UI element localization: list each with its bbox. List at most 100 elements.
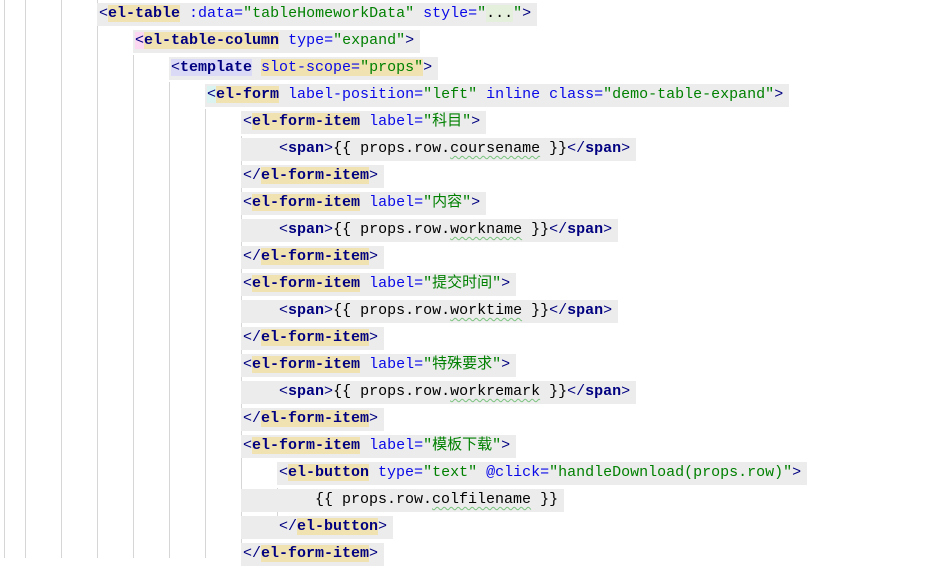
token-br: > bbox=[369, 545, 378, 562]
code-line[interactable]: <el-form-item label="模板下载"> bbox=[0, 433, 931, 460]
code-line[interactable]: <el-form-item label="内容"> bbox=[0, 190, 931, 217]
token-str: "text" bbox=[423, 464, 477, 481]
code-line[interactable]: <el-table-column type="expand"> bbox=[0, 28, 931, 55]
code-chunk: <span>{{ props.row.worktime }}</span> bbox=[241, 300, 618, 323]
token-attr: :data= bbox=[189, 5, 243, 22]
code-editor[interactable]: <el-table :data="tableHomeworkData" styl… bbox=[0, 0, 931, 558]
token-txt: {{ props.row. bbox=[315, 491, 432, 508]
token-br: > bbox=[501, 437, 510, 454]
token-txt bbox=[414, 5, 423, 22]
token-br: </ bbox=[549, 221, 567, 238]
token-tag: el-form-item bbox=[252, 194, 360, 211]
code-line[interactable]: </el-form-item> bbox=[0, 163, 931, 190]
token-attr: type= bbox=[378, 464, 423, 481]
token-txt bbox=[360, 113, 369, 130]
token-txt: {{ props.row. bbox=[333, 140, 450, 157]
code-line[interactable]: <el-form-item label="特殊要求"> bbox=[0, 352, 931, 379]
code-line[interactable]: <span>{{ props.row.workremark }}</span> bbox=[0, 379, 931, 406]
code-line[interactable]: </el-form-item> bbox=[0, 541, 931, 568]
token-br: > bbox=[369, 329, 378, 346]
code-line[interactable]: </el-form-item> bbox=[0, 406, 931, 433]
token-attr: label= bbox=[369, 113, 423, 130]
token-txt: }} bbox=[522, 302, 549, 319]
code-area[interactable]: <el-table :data="tableHomeworkData" styl… bbox=[0, 0, 931, 568]
token-txt: ... bbox=[486, 5, 513, 22]
token-br: < bbox=[99, 5, 108, 22]
code-line[interactable]: <span>{{ props.row.worktime }}</span> bbox=[0, 298, 931, 325]
token-br: < bbox=[279, 464, 288, 481]
code-line[interactable]: <el-form-item label="科目"> bbox=[0, 109, 931, 136]
code-chunk: <el-table :data="tableHomeworkData" styl… bbox=[97, 3, 537, 26]
token-br: </ bbox=[243, 545, 261, 562]
code-chunk: <el-form-item label="模板下载"> bbox=[241, 435, 516, 458]
code-chunk: <el-form-item label="科目"> bbox=[241, 111, 486, 134]
token-attr: class= bbox=[549, 86, 603, 103]
token-br: > bbox=[792, 464, 801, 481]
code-line[interactable]: {{ props.row.colfilename }} bbox=[0, 487, 931, 514]
token-br: </ bbox=[567, 383, 585, 400]
token-br: </ bbox=[549, 302, 567, 319]
token-br: > bbox=[471, 113, 480, 130]
token-br: > bbox=[501, 356, 510, 373]
token-tag: el-table-column bbox=[144, 32, 279, 49]
token-br: < bbox=[243, 113, 252, 130]
token-str: "props" bbox=[360, 59, 423, 76]
code-line[interactable]: <el-table :data="tableHomeworkData" styl… bbox=[0, 1, 931, 28]
token-tag: span bbox=[288, 140, 324, 157]
code-line[interactable]: <el-form label-position="left" inline cl… bbox=[0, 82, 931, 109]
code-line[interactable]: </el-button> bbox=[0, 514, 931, 541]
code-line[interactable]: <span>{{ props.row.workname }}</span> bbox=[0, 217, 931, 244]
token-tag: el-form-item bbox=[252, 356, 360, 373]
token-txt bbox=[180, 5, 189, 22]
token-br: > bbox=[522, 5, 531, 22]
token-str: "demo-table-expand" bbox=[603, 86, 774, 103]
code-chunk: <el-form label-position="left" inline cl… bbox=[205, 84, 789, 107]
token-tag: el-form-item bbox=[252, 437, 360, 454]
code-chunk: <el-form-item label="特殊要求"> bbox=[241, 354, 516, 377]
code-chunk: </el-button> bbox=[241, 516, 393, 539]
token-br: < bbox=[279, 221, 288, 238]
token-tag: span bbox=[288, 221, 324, 238]
token-br: > bbox=[324, 302, 333, 319]
code-line[interactable]: <el-form-item label="提交时间"> bbox=[0, 271, 931, 298]
token-tag: el-form-item bbox=[252, 275, 360, 292]
token-str: "模板下载" bbox=[423, 437, 501, 454]
token-attr: label= bbox=[369, 437, 423, 454]
code-line[interactable]: <el-button type="text" @click="handleDow… bbox=[0, 460, 931, 487]
code-chunk: </el-form-item> bbox=[241, 246, 384, 269]
code-line[interactable]: </el-form-item> bbox=[0, 244, 931, 271]
token-str: "科目" bbox=[423, 113, 471, 130]
token-tag: el-form-item bbox=[252, 113, 360, 130]
token-txt: worktime bbox=[450, 302, 522, 319]
token-br: < bbox=[279, 383, 288, 400]
code-chunk: <span>{{ props.row.coursename }}</span> bbox=[241, 138, 636, 161]
code-line[interactable]: </el-form-item> bbox=[0, 325, 931, 352]
token-attr: inline bbox=[486, 86, 540, 103]
token-txt: {{ props.row. bbox=[333, 302, 450, 319]
token-br: > bbox=[378, 518, 387, 535]
token-br: </ bbox=[567, 140, 585, 157]
token-br: > bbox=[324, 221, 333, 238]
token-txt bbox=[279, 86, 288, 103]
token-br: </ bbox=[279, 518, 297, 535]
code-chunk: <span>{{ props.row.workname }}</span> bbox=[241, 219, 618, 242]
token-br: < bbox=[279, 302, 288, 319]
token-txt bbox=[252, 59, 261, 76]
code-chunk: <span>{{ props.row.workremark }}</span> bbox=[241, 381, 636, 404]
token-br: < bbox=[207, 86, 216, 103]
token-str: "tableHomeworkData" bbox=[243, 5, 414, 22]
code-line[interactable]: <span>{{ props.row.coursename }}</span> bbox=[0, 136, 931, 163]
code-chunk: <el-form-item label="内容"> bbox=[241, 192, 486, 215]
token-txt bbox=[369, 464, 378, 481]
token-tag: span bbox=[585, 383, 621, 400]
token-br: </ bbox=[243, 329, 261, 346]
code-chunk: <el-table-column type="expand"> bbox=[133, 30, 420, 53]
token-attr: slot-scope= bbox=[261, 59, 360, 76]
token-br: > bbox=[471, 194, 480, 211]
code-line[interactable]: <template slot-scope="props"> bbox=[0, 55, 931, 82]
token-txt: workremark bbox=[450, 383, 540, 400]
token-br: </ bbox=[243, 167, 261, 184]
token-tag: el-form-item bbox=[261, 329, 369, 346]
code-chunk: </el-form-item> bbox=[241, 165, 384, 188]
token-br: </ bbox=[243, 248, 261, 265]
